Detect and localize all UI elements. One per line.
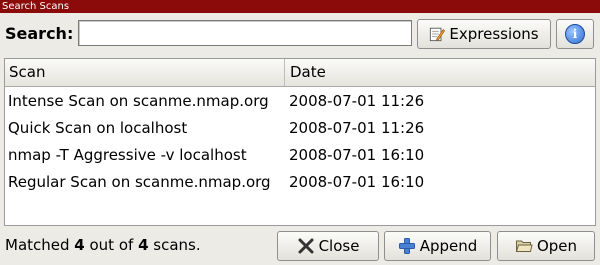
row-scan-date: 2008-07-01 16:10 xyxy=(289,146,425,164)
row-scan-date: 2008-07-01 16:10 xyxy=(289,173,425,191)
window-title: Search Scans xyxy=(2,1,70,12)
row-scan-name: Quick Scan on localhost xyxy=(8,119,188,137)
table-row[interactable]: nmap -T Aggressive -v localhost 2008-07-… xyxy=(5,142,595,169)
expressions-button[interactable]: Expressions xyxy=(417,19,551,49)
expressions-label: Expressions xyxy=(449,25,539,43)
matched-count: 4 xyxy=(74,236,85,254)
close-icon xyxy=(298,238,314,254)
open-button[interactable]: Open xyxy=(497,231,595,261)
scan-results-table: Scan Date Intense Scan on scanme.nmap.or… xyxy=(4,58,596,226)
plus-icon xyxy=(398,238,415,254)
folder-open-icon xyxy=(515,240,533,252)
info-icon: i xyxy=(565,24,585,44)
total-count: 4 xyxy=(138,236,149,254)
window-titlebar: Search Scans xyxy=(0,0,600,13)
column-header-date[interactable]: Date xyxy=(286,59,595,86)
close-button[interactable]: Close xyxy=(277,231,379,261)
row-scan-date: 2008-07-01 11:26 xyxy=(289,119,425,137)
search-label: Search: xyxy=(5,24,74,43)
row-scan-name: Intense Scan on scanme.nmap.org xyxy=(8,92,269,110)
match-status: Matched 4 out of 4 scans. xyxy=(5,236,201,254)
row-scan-name: Regular Scan on scanme.nmap.org xyxy=(8,173,271,191)
table-header: Scan Date xyxy=(5,59,595,87)
table-row[interactable]: Quick Scan on localhost 2008-07-01 11:26 xyxy=(5,115,595,142)
close-label: Close xyxy=(318,237,360,255)
row-scan-date: 2008-07-01 11:26 xyxy=(289,92,425,110)
search-input[interactable] xyxy=(78,20,412,46)
edit-expressions-icon xyxy=(430,27,446,42)
append-button[interactable]: Append xyxy=(384,231,491,261)
table-row[interactable]: Regular Scan on scanme.nmap.org 2008-07-… xyxy=(5,169,595,196)
info-button[interactable]: i xyxy=(556,19,594,49)
column-header-scan[interactable]: Scan xyxy=(5,59,285,86)
row-scan-name: nmap -T Aggressive -v localhost xyxy=(8,146,247,164)
open-label: Open xyxy=(536,237,578,255)
append-label: Append xyxy=(419,237,478,255)
table-row[interactable]: Intense Scan on scanme.nmap.org 2008-07-… xyxy=(5,88,595,115)
